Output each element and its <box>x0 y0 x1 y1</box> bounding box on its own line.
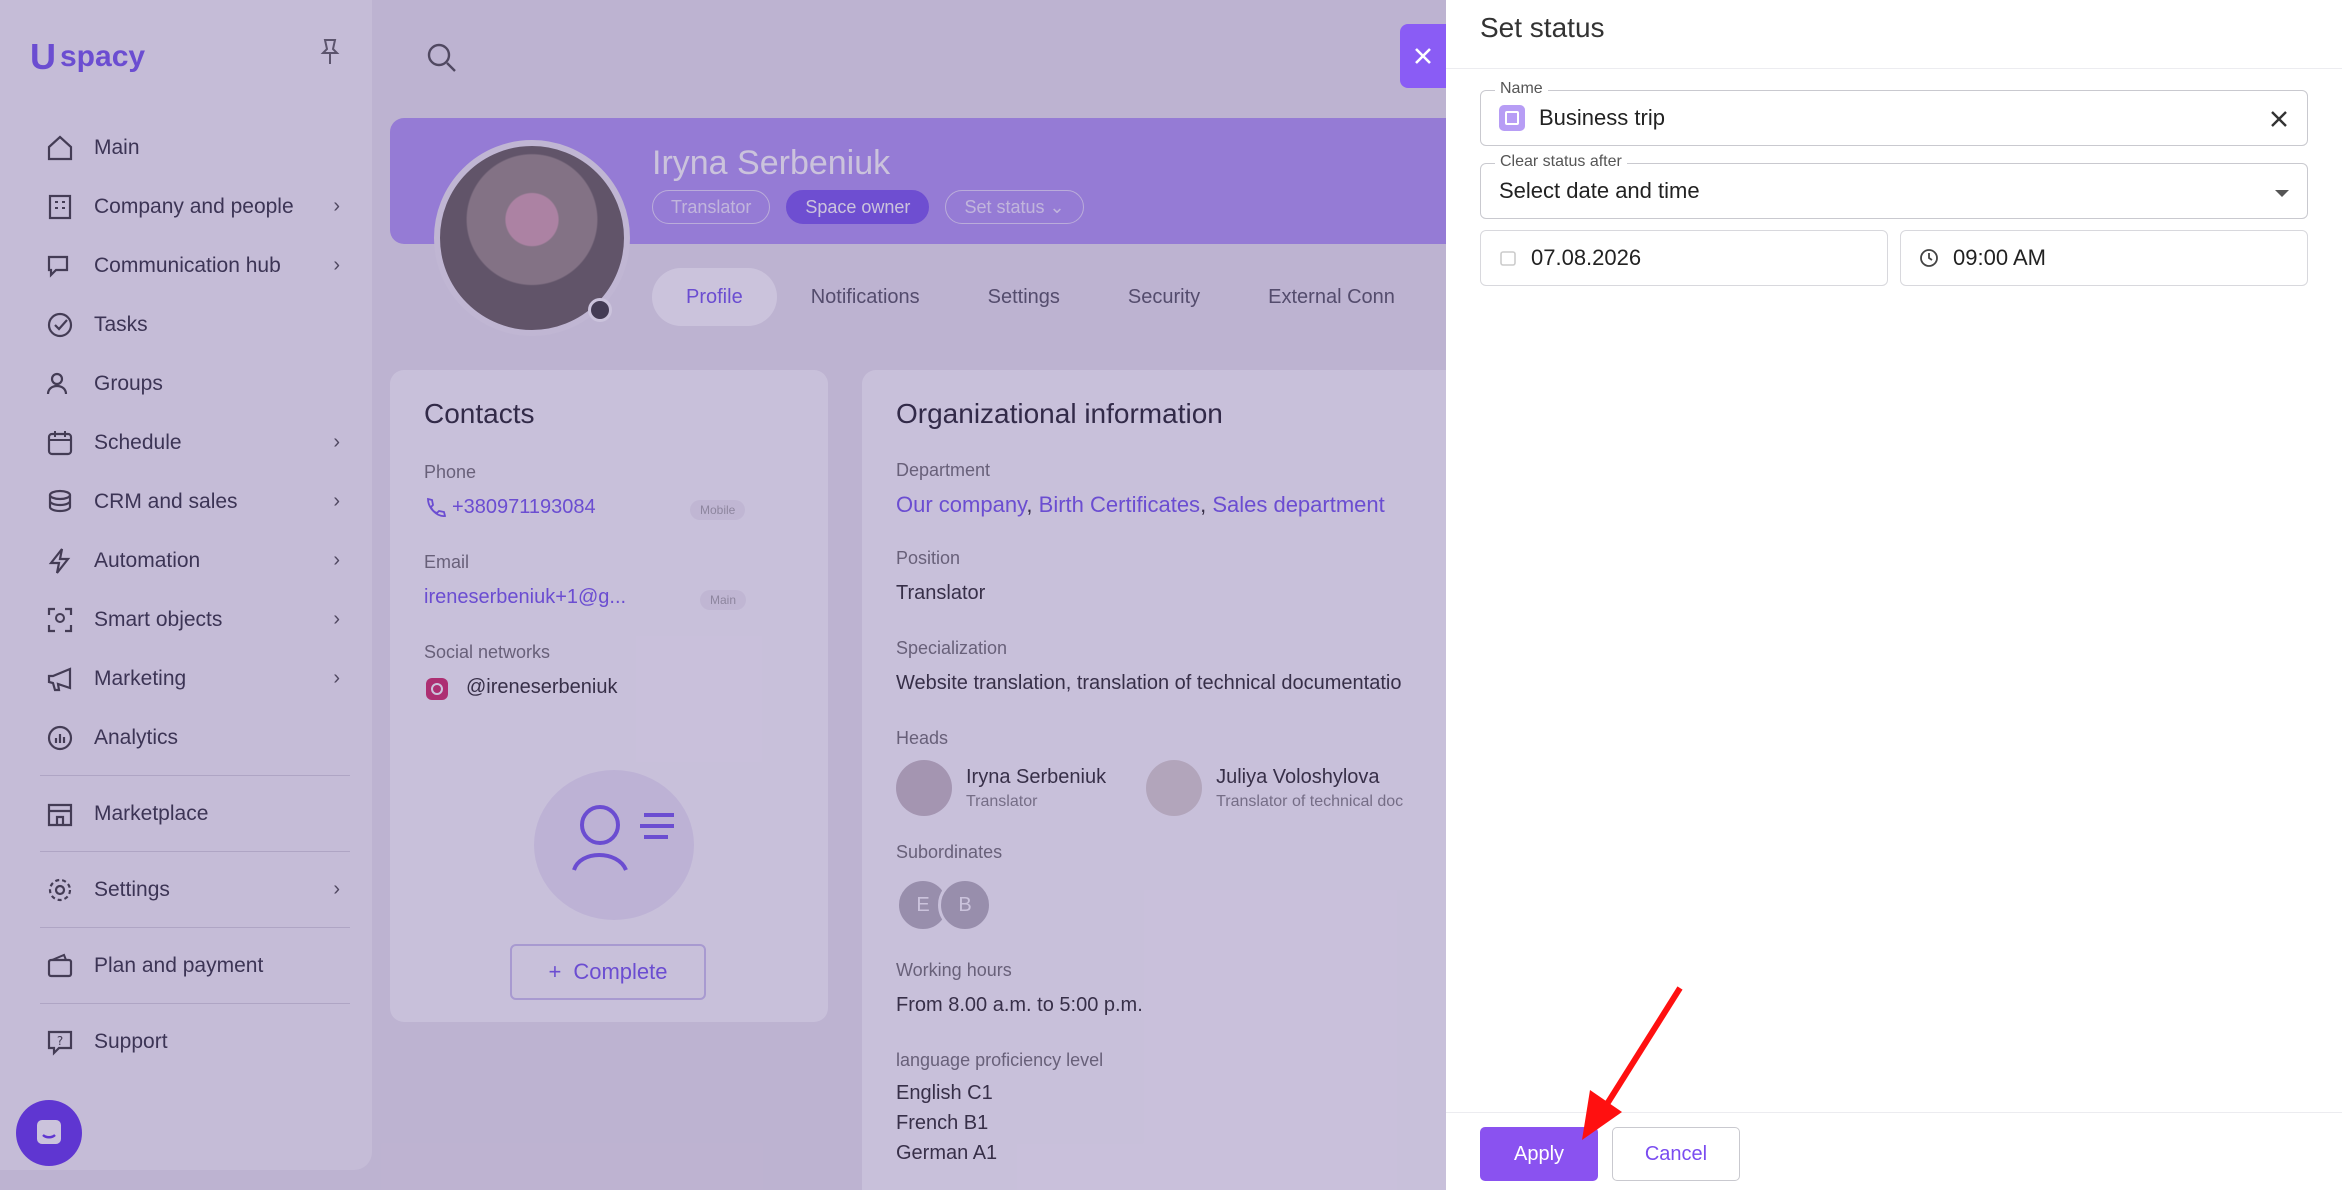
divider <box>1446 68 2342 69</box>
status-name-text: Business trip <box>1539 105 1665 130</box>
caret-down-icon <box>2275 190 2289 197</box>
close-icon <box>1415 48 1431 64</box>
time-value-wrap: 09:00 AM <box>1919 231 2046 285</box>
annotation-arrow-icon <box>1582 986 1683 1140</box>
panel-title: Set status <box>1480 12 1605 43</box>
clear-icon[interactable] <box>2265 105 2293 133</box>
select-value: Select date and time <box>1499 178 1700 203</box>
time-field[interactable]: 09:00 AM <box>1900 230 2308 286</box>
close-panel-button[interactable] <box>1400 24 1446 88</box>
modal-backdrop[interactable] <box>0 0 1446 1190</box>
calendar-icon <box>1500 251 1516 266</box>
status-name-field[interactable]: Name Business trip <box>1480 80 2308 146</box>
time-value: 09:00 AM <box>1953 245 2046 270</box>
clock-icon <box>1920 249 1938 267</box>
date-value-wrap: 07.08.2026 <box>1499 231 1641 285</box>
briefcase-icon <box>1499 105 1525 131</box>
date-field[interactable]: 07.08.2026 <box>1480 230 1888 286</box>
date-value: 07.08.2026 <box>1531 245 1642 270</box>
clear-status-after-select[interactable]: Clear status after Select date and time <box>1480 153 2308 219</box>
status-name-value: Business trip <box>1499 91 1665 145</box>
